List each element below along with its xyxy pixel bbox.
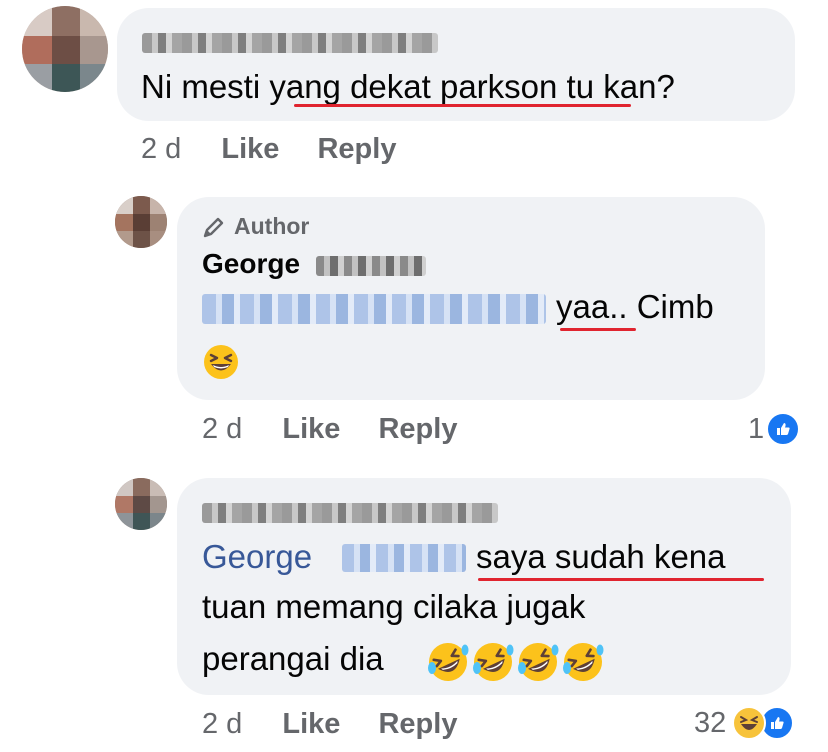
reply-meta: 2 d Like Reply	[202, 413, 457, 446]
reply-line-3: perangai dia	[202, 640, 384, 677]
mention-redacted[interactable]	[202, 294, 546, 324]
commenter-name-redacted[interactable]	[142, 33, 438, 53]
reply-message: yaa.. Cimb	[556, 288, 714, 326]
grinning-squint-emoji	[203, 344, 239, 380]
message-plain: Ni mesti	[141, 68, 270, 105]
like-button[interactable]: Like	[282, 413, 340, 445]
like-reaction-icon	[766, 412, 801, 446]
reaction-summary[interactable]: 32	[694, 706, 795, 740]
rolling-laughing-emoji	[516, 640, 560, 684]
message-tail: tu kan?	[557, 68, 675, 105]
reaction-summary[interactable]: 1	[748, 412, 801, 446]
rolling-laughing-emoji	[426, 640, 470, 684]
timestamp[interactable]: 2 d	[202, 413, 242, 445]
reply-meta: 2 d Like Reply	[202, 708, 457, 741]
reply-line-1: saya sudah kena	[476, 538, 726, 575]
reply-tail: Cimb	[627, 288, 714, 325]
comment-meta: 2 d Like Reply	[141, 133, 396, 166]
mention-redacted[interactable]	[342, 544, 466, 572]
comment-message: Ni mesti yang dekat parkson tu kan?	[141, 68, 675, 106]
reply-button[interactable]: Reply	[317, 133, 396, 165]
pencil-icon	[202, 215, 226, 239]
avatar[interactable]	[22, 6, 108, 92]
author-first-name: George	[202, 248, 301, 279]
reaction-count: 32	[694, 706, 727, 739]
avatar[interactable]	[115, 196, 167, 248]
commenter-name-redacted[interactable]	[202, 503, 498, 523]
spellcheck-underline	[294, 104, 631, 107]
author-lastname-redacted	[316, 256, 426, 276]
mention-first-name[interactable]: George	[202, 538, 312, 576]
timestamp[interactable]: 2 d	[141, 133, 181, 165]
emoji-row	[426, 640, 605, 684]
author-badge: Author	[202, 213, 309, 240]
avatar[interactable]	[115, 478, 167, 530]
reply-underlined: yaa..	[556, 288, 628, 325]
like-button[interactable]: Like	[282, 708, 340, 740]
spellcheck-underline	[478, 578, 764, 581]
timestamp[interactable]: 2 d	[202, 708, 242, 740]
author-name[interactable]: George	[202, 248, 300, 280]
author-badge-label: Author	[234, 213, 310, 239]
reply-line-2: tuan memang cilaka jugak	[202, 588, 586, 625]
spellcheck-underline	[560, 328, 636, 331]
rolling-laughing-emoji	[471, 640, 515, 684]
like-button[interactable]: Like	[221, 133, 279, 165]
reaction-count: 1	[748, 412, 765, 445]
reply-button[interactable]: Reply	[378, 708, 457, 740]
reply-button[interactable]: Reply	[378, 413, 457, 445]
message-underlined: yang dekat parkson	[269, 68, 558, 105]
haha-reaction-icon	[732, 706, 767, 740]
rolling-laughing-emoji	[561, 640, 605, 684]
